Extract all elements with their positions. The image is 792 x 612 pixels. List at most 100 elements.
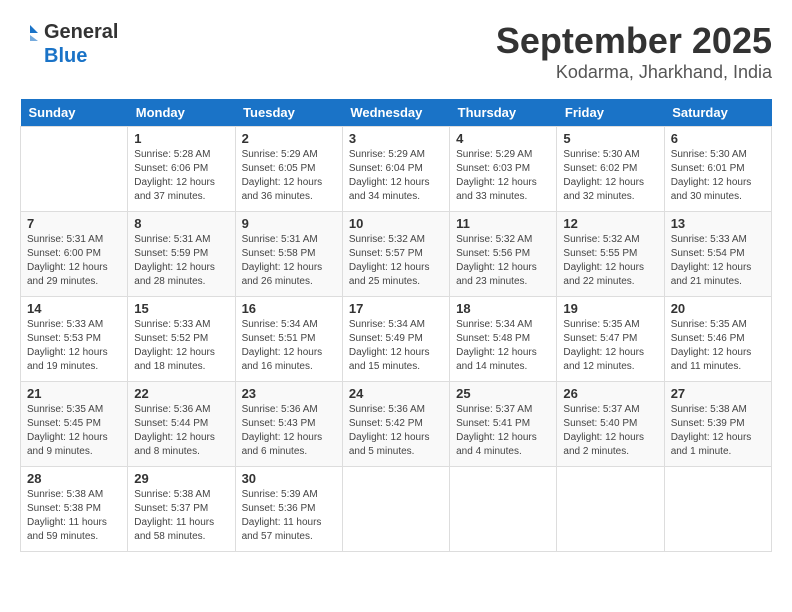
month-title: September 2025 <box>496 20 772 62</box>
calendar-cell: 6Sunrise: 5:30 AM Sunset: 6:01 PM Daylig… <box>664 127 771 212</box>
day-number: 25 <box>456 386 550 401</box>
day-number: 4 <box>456 131 550 146</box>
day-number: 7 <box>27 216 121 231</box>
day-number: 5 <box>563 131 657 146</box>
weekday-header-monday: Monday <box>128 99 235 127</box>
day-info: Sunrise: 5:38 AM Sunset: 5:39 PM Dayligh… <box>671 403 765 459</box>
day-info: Sunrise: 5:29 AM Sunset: 6:03 PM Dayligh… <box>456 148 550 204</box>
day-info: Sunrise: 5:36 AM Sunset: 5:42 PM Dayligh… <box>349 403 443 459</box>
day-number: 13 <box>671 216 765 231</box>
day-info: Sunrise: 5:34 AM Sunset: 5:48 PM Dayligh… <box>456 318 550 374</box>
weekday-row: SundayMondayTuesdayWednesdayThursdayFrid… <box>21 99 772 127</box>
calendar-cell: 17 Sunrise: 5:34 AM Sunset: 5:49 PM Dayli… <box>342 297 449 382</box>
day-info: Sunrise: 5:35 AM Sunset: 5:47 PM Dayligh… <box>563 318 657 374</box>
calendar-cell: 4 Sunrise: 5:29 AM Sunset: 6:03 PM Daylig… <box>450 127 557 212</box>
day-info: Sunrise: 5:38 AM Sunset: 5:38 PM Dayligh… <box>27 488 121 544</box>
header: General Blue September 2025 Kodarma, Jha… <box>20 20 772 83</box>
calendar-header: SundayMondayTuesdayWednesdayThursdayFrid… <box>21 99 772 127</box>
weekday-header-thursday: Thursday <box>450 99 557 127</box>
calendar-cell: 28 Sunrise: 5:38 AM Sunset: 5:38 PM Dayli… <box>21 467 128 552</box>
day-number: 3 <box>349 131 443 146</box>
day-info: Sunrise: 5:30 AM Sunset: 6:01 PM Dayligh… <box>671 148 765 204</box>
week-row-3: 14 Sunrise: 5:33 AM Sunset: 5:53 PM Dayli… <box>21 297 772 382</box>
calendar-cell: 24 Sunrise: 5:36 AM Sunset: 5:42 PM Dayli… <box>342 382 449 467</box>
day-info: Sunrise: 5:31 AM Sunset: 5:58 PM Dayligh… <box>242 233 336 289</box>
day-number: 12 <box>563 216 657 231</box>
day-info: Sunrise: 5:33 AM Sunset: 5:52 PM Dayligh… <box>134 318 228 374</box>
calendar-cell <box>21 127 128 212</box>
logo-graphic <box>20 23 40 65</box>
logo-general: General <box>44 20 118 44</box>
calendar-cell: 30Sunrise: 5:39 AM Sunset: 5:36 PM Dayli… <box>235 467 342 552</box>
day-info: Sunrise: 5:32 AM Sunset: 5:57 PM Dayligh… <box>349 233 443 289</box>
day-number: 10 <box>349 216 443 231</box>
day-info: Sunrise: 5:29 AM Sunset: 6:05 PM Dayligh… <box>242 148 336 204</box>
day-info: Sunrise: 5:38 AM Sunset: 5:37 PM Dayligh… <box>134 488 228 544</box>
day-info: Sunrise: 5:33 AM Sunset: 5:53 PM Dayligh… <box>27 318 121 374</box>
day-number: 22 <box>134 386 228 401</box>
day-info: Sunrise: 5:37 AM Sunset: 5:40 PM Dayligh… <box>563 403 657 459</box>
week-row-4: 21Sunrise: 5:35 AM Sunset: 5:45 PM Dayli… <box>21 382 772 467</box>
weekday-header-tuesday: Tuesday <box>235 99 342 127</box>
calendar-cell <box>664 467 771 552</box>
calendar-cell: 25 Sunrise: 5:37 AM Sunset: 5:41 PM Dayli… <box>450 382 557 467</box>
calendar-cell: 12 Sunrise: 5:32 AM Sunset: 5:55 PM Dayli… <box>557 212 664 297</box>
weekday-header-wednesday: Wednesday <box>342 99 449 127</box>
day-info: Sunrise: 5:29 AM Sunset: 6:04 PM Dayligh… <box>349 148 443 204</box>
day-number: 2 <box>242 131 336 146</box>
day-number: 20 <box>671 301 765 316</box>
calendar-body: 1 Sunrise: 5:28 AM Sunset: 6:06 PM Daylig… <box>21 127 772 552</box>
day-info: Sunrise: 5:30 AM Sunset: 6:02 PM Dayligh… <box>563 148 657 204</box>
day-info: Sunrise: 5:34 AM Sunset: 5:51 PM Dayligh… <box>242 318 336 374</box>
calendar-cell: 9 Sunrise: 5:31 AM Sunset: 5:58 PM Daylig… <box>235 212 342 297</box>
week-row-1: 1 Sunrise: 5:28 AM Sunset: 6:06 PM Daylig… <box>21 127 772 212</box>
day-number: 26 <box>563 386 657 401</box>
day-number: 1 <box>134 131 228 146</box>
calendar-cell: 3 Sunrise: 5:29 AM Sunset: 6:04 PM Daylig… <box>342 127 449 212</box>
calendar-cell: 11Sunrise: 5:32 AM Sunset: 5:56 PM Dayli… <box>450 212 557 297</box>
calendar-cell: 18 Sunrise: 5:34 AM Sunset: 5:48 PM Dayli… <box>450 297 557 382</box>
day-info: Sunrise: 5:37 AM Sunset: 5:41 PM Dayligh… <box>456 403 550 459</box>
week-row-2: 7 Sunrise: 5:31 AM Sunset: 6:00 PM Daylig… <box>21 212 772 297</box>
day-info: Sunrise: 5:32 AM Sunset: 5:55 PM Dayligh… <box>563 233 657 289</box>
calendar-cell: 5 Sunrise: 5:30 AM Sunset: 6:02 PM Daylig… <box>557 127 664 212</box>
calendar-cell <box>557 467 664 552</box>
day-number: 14 <box>27 301 121 316</box>
day-number: 17 <box>349 301 443 316</box>
day-info: Sunrise: 5:34 AM Sunset: 5:49 PM Dayligh… <box>349 318 443 374</box>
calendar-cell: 2 Sunrise: 5:29 AM Sunset: 6:05 PM Daylig… <box>235 127 342 212</box>
day-number: 21 <box>27 386 121 401</box>
title-block: September 2025 Kodarma, Jharkhand, India <box>496 20 772 83</box>
day-info: Sunrise: 5:31 AM Sunset: 6:00 PM Dayligh… <box>27 233 121 289</box>
day-number: 11 <box>456 216 550 231</box>
day-info: Sunrise: 5:31 AM Sunset: 5:59 PM Dayligh… <box>134 233 228 289</box>
logo: General Blue <box>20 20 118 68</box>
day-number: 28 <box>27 471 121 486</box>
day-number: 9 <box>242 216 336 231</box>
day-number: 27 <box>671 386 765 401</box>
calendar-cell: 7 Sunrise: 5:31 AM Sunset: 6:00 PM Daylig… <box>21 212 128 297</box>
weekday-header-saturday: Saturday <box>664 99 771 127</box>
calendar-cell <box>450 467 557 552</box>
weekday-header-sunday: Sunday <box>21 99 128 127</box>
day-number: 18 <box>456 301 550 316</box>
calendar-cell: 1 Sunrise: 5:28 AM Sunset: 6:06 PM Daylig… <box>128 127 235 212</box>
week-row-5: 28 Sunrise: 5:38 AM Sunset: 5:38 PM Dayli… <box>21 467 772 552</box>
calendar-cell: 19 Sunrise: 5:35 AM Sunset: 5:47 PM Dayli… <box>557 297 664 382</box>
day-number: 24 <box>349 386 443 401</box>
day-number: 19 <box>563 301 657 316</box>
day-info: Sunrise: 5:35 AM Sunset: 5:46 PM Dayligh… <box>671 318 765 374</box>
calendar-cell: 8 Sunrise: 5:31 AM Sunset: 5:59 PM Daylig… <box>128 212 235 297</box>
calendar-cell: 16Sunrise: 5:34 AM Sunset: 5:51 PM Dayli… <box>235 297 342 382</box>
day-info: Sunrise: 5:28 AM Sunset: 6:06 PM Dayligh… <box>134 148 228 204</box>
logo-blue: Blue <box>44 44 118 68</box>
location-title: Kodarma, Jharkhand, India <box>496 62 772 83</box>
day-info: Sunrise: 5:36 AM Sunset: 5:44 PM Dayligh… <box>134 403 228 459</box>
day-number: 8 <box>134 216 228 231</box>
calendar-cell: 26 Sunrise: 5:37 AM Sunset: 5:40 PM Dayli… <box>557 382 664 467</box>
calendar-cell: 29 Sunrise: 5:38 AM Sunset: 5:37 PM Dayli… <box>128 467 235 552</box>
calendar-cell: 14 Sunrise: 5:33 AM Sunset: 5:53 PM Dayli… <box>21 297 128 382</box>
day-number: 29 <box>134 471 228 486</box>
day-number: 15 <box>134 301 228 316</box>
day-info: Sunrise: 5:39 AM Sunset: 5:36 PM Dayligh… <box>242 488 336 544</box>
